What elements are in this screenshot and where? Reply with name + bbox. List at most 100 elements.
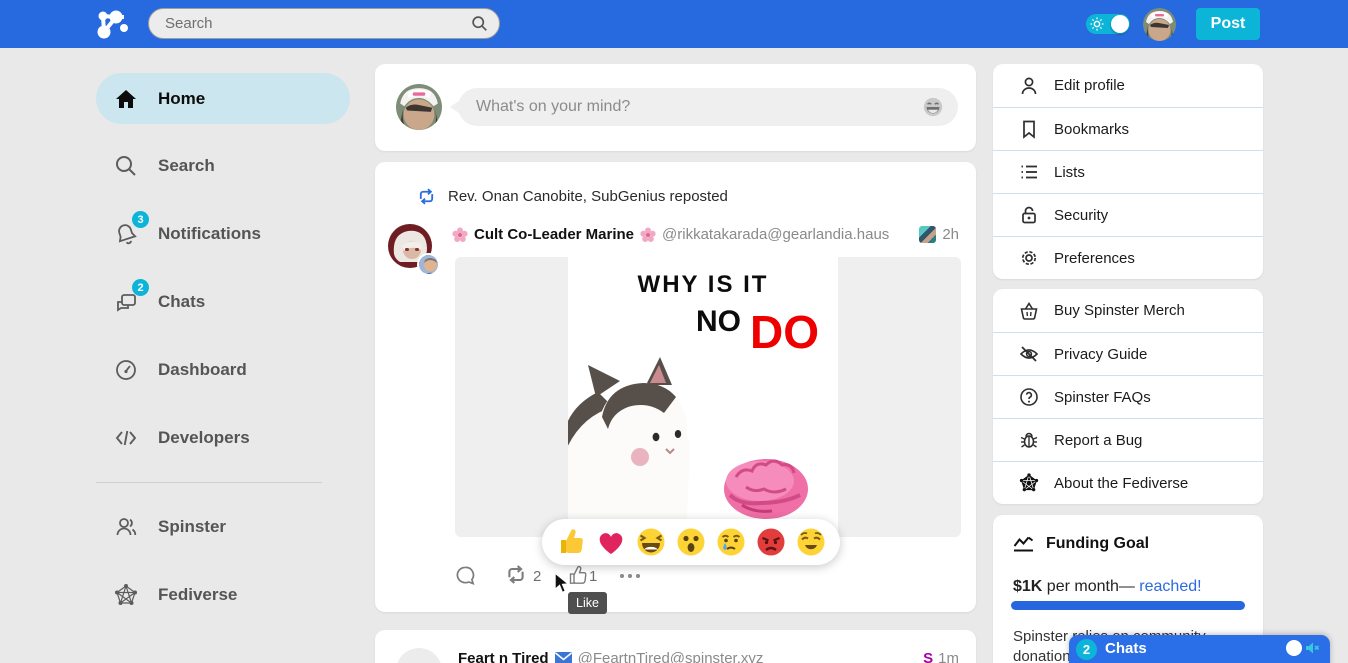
meme-text-line2: NO	[696, 305, 741, 339]
reposter-avatar[interactable]	[417, 253, 440, 276]
post-timestamp[interactable]: 2h	[942, 226, 959, 243]
sidebar-item-fediverse[interactable]: Fediverse	[96, 579, 350, 611]
funding-amount: $1K	[1013, 578, 1042, 595]
chats-popup-label: Chats	[1105, 640, 1147, 657]
current-user-avatar[interactable]	[1143, 8, 1176, 41]
sun-icon	[1090, 17, 1104, 31]
sidebar-item-spinster[interactable]: Spinster	[96, 511, 350, 543]
top-bar: Post	[0, 0, 1348, 48]
people-icon	[114, 515, 138, 539]
menu-item-bookmarks[interactable]: Bookmarks	[993, 107, 1263, 150]
post-button[interactable]: Post	[1196, 8, 1260, 40]
sidebar-item-label: Home	[158, 89, 205, 109]
menu-item-label: Spinster FAQs	[1054, 389, 1151, 406]
theme-toggle[interactable]	[1086, 14, 1130, 34]
bookmark-icon	[1019, 119, 1039, 139]
post-author-line[interactable]: Cult Co-Leader Marine @rikkatakarada@gea…	[452, 226, 962, 243]
instance-emoji-icon	[919, 226, 936, 243]
meme-text-line3: DO	[750, 305, 819, 359]
chats-popup-badge: 2	[1076, 639, 1097, 660]
toggle-knob	[1111, 15, 1129, 33]
emoji-picker-icon[interactable]	[922, 96, 944, 118]
cat-brain-illustration	[568, 257, 838, 537]
sidebar-item-label: Dashboard	[158, 360, 247, 380]
sidebar-item-label: Fediverse	[158, 585, 237, 605]
composer-avatar[interactable]	[396, 84, 442, 130]
next-post-author-name[interactable]: Feart n Tired	[458, 650, 549, 663]
sidebar-item-developers[interactable]: Developers	[96, 422, 350, 454]
person-icon	[1019, 76, 1039, 96]
sidebar-item-dashboard[interactable]: Dashboard	[96, 354, 350, 386]
list-icon	[1019, 162, 1039, 182]
post-media[interactable]: WHY IS IT NO DO	[455, 257, 961, 537]
sidebar-item-home[interactable]: Home	[96, 73, 350, 124]
menu-item-privacy-guide[interactable]: Privacy Guide	[993, 332, 1263, 375]
menu-item-label: Edit profile	[1054, 77, 1125, 94]
eye-slash-icon	[1019, 344, 1039, 364]
spinster-logo-icon[interactable]	[94, 7, 130, 41]
next-post-author-handle: @FeartnTired@spinster.xyz	[578, 650, 764, 663]
reaction-laughing-icon[interactable]	[636, 527, 666, 557]
meme-text-line1: WHY IS IT	[568, 271, 838, 299]
funding-reached-link[interactable]: reached!	[1139, 578, 1201, 595]
chats-popup[interactable]: 2 Chats	[1069, 635, 1330, 663]
composer-placeholder: What's on your mind?	[476, 98, 922, 116]
repost-context: Rev. Onan Canobite, SubGenius reposted	[417, 188, 728, 205]
repost-button[interactable]	[505, 565, 527, 584]
repost-context-text: Rev. Onan Canobite, SubGenius reposted	[448, 188, 728, 205]
account-menu-card: Edit profile Bookmarks Lists Secur	[993, 64, 1263, 279]
search-icon	[114, 154, 138, 178]
composer-input[interactable]: What's on your mind?	[458, 88, 958, 126]
reaction-picker	[542, 519, 840, 565]
menu-item-edit-profile[interactable]: Edit profile	[993, 64, 1263, 107]
chats-badge: 2	[132, 279, 149, 296]
repost-count: 2	[533, 568, 541, 585]
basket-icon	[1019, 301, 1039, 321]
menu-item-label: Bookmarks	[1054, 121, 1129, 138]
trend-chart-icon	[1013, 536, 1034, 552]
menu-item-merch[interactable]: Buy Spinster Merch	[993, 289, 1263, 332]
search-input[interactable]	[148, 8, 500, 39]
reaction-weary-icon[interactable]	[796, 527, 826, 557]
funding-dash: —	[1119, 578, 1139, 595]
like-tooltip: Like	[568, 592, 607, 614]
sound-toggle-knob	[1286, 640, 1302, 656]
reaction-crying-icon[interactable]	[716, 527, 746, 557]
search-icon[interactable]	[471, 15, 488, 32]
more-options-button[interactable]	[620, 574, 640, 578]
reaction-angry-icon[interactable]	[756, 527, 786, 557]
reaction-thumbs-up-icon[interactable]	[556, 527, 586, 557]
menu-item-label: Buy Spinster Merch	[1054, 302, 1185, 319]
menu-item-security[interactable]: Security	[993, 193, 1263, 236]
next-post-badge: S	[923, 650, 933, 663]
menu-item-label: Preferences	[1054, 250, 1135, 267]
chats-sound-toggle[interactable]	[1286, 640, 1320, 656]
menu-item-label: Privacy Guide	[1054, 346, 1147, 363]
code-icon	[114, 426, 138, 450]
comment-button[interactable]	[455, 565, 476, 586]
site-menu-card: Buy Spinster Merch Privacy Guide Spinste…	[993, 289, 1263, 504]
menu-item-lists[interactable]: Lists	[993, 150, 1263, 193]
menu-item-preferences[interactable]: Preferences	[993, 236, 1263, 279]
reaction-heart-icon[interactable]	[596, 527, 626, 557]
post-card: Rev. Onan Canobite, SubGenius reposted	[375, 162, 976, 612]
bug-icon	[1019, 430, 1039, 450]
sidebar-item-search[interactable]: Search	[96, 150, 350, 182]
like-count: 1	[589, 568, 597, 585]
post-author-name: Cult Co-Leader Marine	[474, 226, 634, 243]
sidebar-item-label: Developers	[158, 428, 250, 448]
meme-image: WHY IS IT NO DO	[568, 257, 838, 537]
menu-item-faqs[interactable]: Spinster FAQs	[993, 375, 1263, 418]
sidebar-item-label: Chats	[158, 292, 205, 312]
menu-item-about-fediverse[interactable]: About the Fediverse	[993, 461, 1263, 504]
next-post-card: Feart n Tired @FeartnTired@spinster.xyz …	[375, 630, 976, 663]
sidebar-item-label: Spinster	[158, 517, 226, 537]
envelope-emoji	[555, 652, 572, 663]
reaction-surprised-icon[interactable]	[676, 527, 706, 557]
menu-item-report-bug[interactable]: Report a Bug	[993, 418, 1263, 461]
next-post-timestamp[interactable]: 1m	[938, 650, 959, 663]
composer-card: What's on your mind?	[375, 64, 976, 151]
sidebar-item-label: Search	[158, 156, 215, 176]
gear-icon	[1019, 248, 1039, 268]
next-post-avatar[interactable]	[396, 648, 442, 663]
